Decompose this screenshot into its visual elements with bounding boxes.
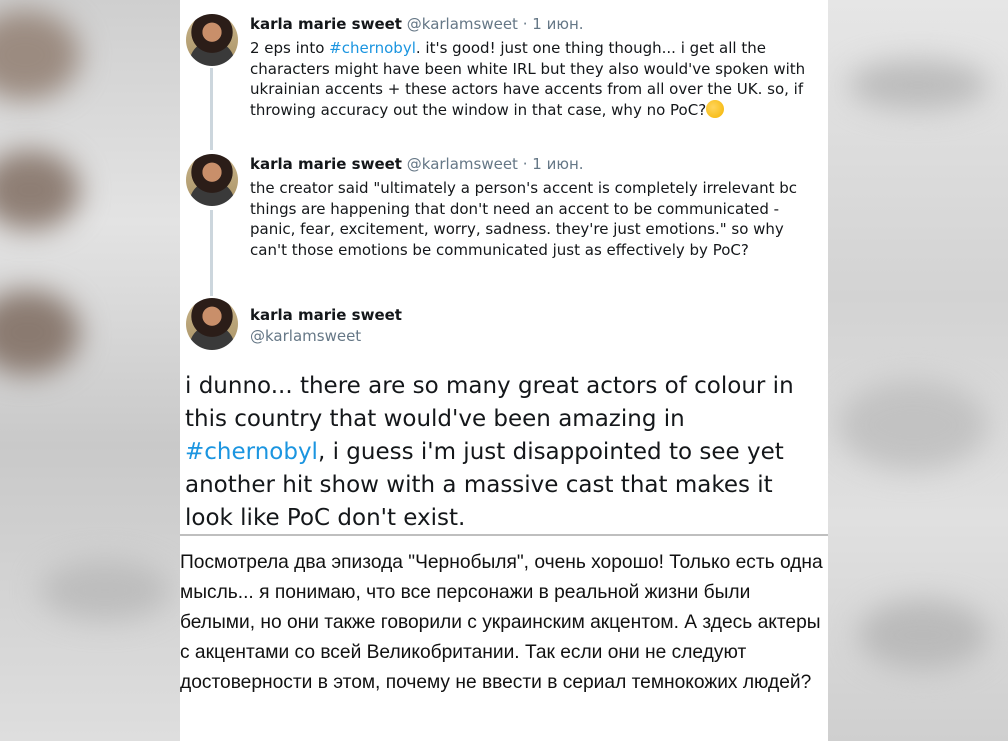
main-tweet-text: i dunno... there are so many great actor… xyxy=(185,370,825,535)
author-name[interactable]: karla marie sweet xyxy=(250,155,402,173)
avatar[interactable] xyxy=(186,298,238,350)
russian-translation-text: Посмотрела два эпизода "Чернобыля", очен… xyxy=(180,552,823,693)
author-handle[interactable]: @karlamsweet xyxy=(407,15,518,33)
hashtag-link[interactable]: #chernobyl xyxy=(329,39,416,57)
tweet-text-part: 2 eps into xyxy=(250,39,330,57)
author-handle[interactable]: @karlamsweet xyxy=(407,155,518,173)
tweet-header: karla marie sweet @karlamsweet · 1 июн. xyxy=(250,14,584,34)
separator-dot: · xyxy=(522,155,528,173)
tweet-header: karla marie sweet @karlamsweet · 1 июн. xyxy=(250,154,584,174)
author-name[interactable]: karla marie sweet xyxy=(250,15,402,33)
tweet-thread-card: karla marie sweet @karlamsweet · 1 июн. … xyxy=(180,0,828,741)
tweet-date[interactable]: 1 июн. xyxy=(532,15,583,33)
separator-dot: · xyxy=(522,15,528,33)
thinking-face-icon xyxy=(706,99,725,118)
tweet-text: 2 eps into #chernobyl. it's good! just o… xyxy=(250,38,820,120)
hashtag-link[interactable]: #chernobyl xyxy=(185,439,318,465)
divider xyxy=(180,534,828,536)
author-name[interactable]: karla marie sweet xyxy=(250,306,402,324)
tweet-date[interactable]: 1 июн. xyxy=(532,155,583,173)
blurred-background-left xyxy=(0,0,180,741)
tweet-text: the creator said "ultimately a person's … xyxy=(250,179,798,259)
thread-connector-line xyxy=(210,210,213,296)
blurred-background-right xyxy=(828,0,1008,741)
avatar[interactable] xyxy=(186,14,238,66)
thread-connector-line xyxy=(210,68,213,150)
avatar[interactable] xyxy=(186,154,238,206)
tweet-text-part: i dunno... there are so many great actor… xyxy=(185,373,794,432)
author-handle[interactable]: @karlamsweet xyxy=(250,327,361,345)
